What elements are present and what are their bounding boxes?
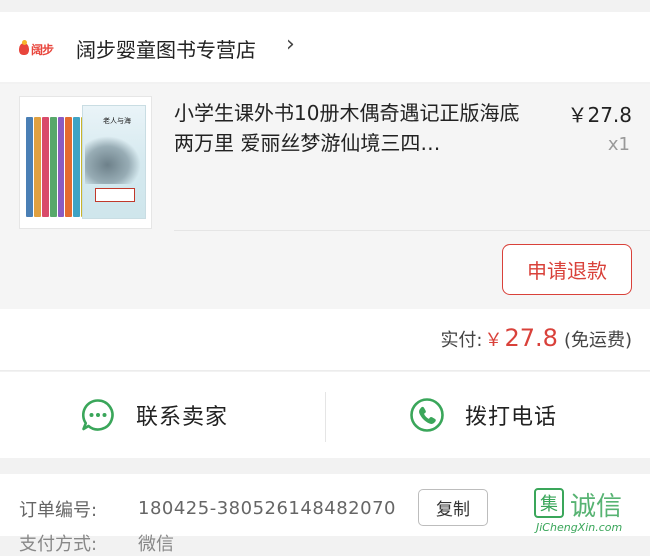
order-number-label: 订单编号: [19,500,98,521]
contact-actions: 联系卖家 拨打电话 [0,372,650,458]
phone-icon [410,398,444,432]
paid-label: 实付: [440,330,483,351]
book-cover-title: 老人与海 [103,117,131,125]
shipping-note: (免运费) [563,330,632,351]
cover-label [95,188,135,202]
product-thumbnail[interactable]: 老人与海 [19,96,152,229]
shop-logo: 阔步 [19,40,54,58]
watermark-box-icon: 集 [534,488,564,518]
top-spacer [0,0,650,12]
call-phone-label: 拨打电话 [465,405,558,430]
book-cover-image: 老人与海 [82,105,146,219]
shop-header[interactable]: 阔步 阔步婴童图书专营店 › [0,12,650,82]
product-title[interactable]: 小学生课外书10册木偶奇遇记正版海底两万里 爱丽丝梦游仙境三四… [174,98,524,158]
contact-seller-label: 联系卖家 [136,405,229,430]
payment-line: 实付: ￥ 27.8 (免运费) [440,324,632,352]
product-quantity: x1 [607,134,630,155]
divider [174,230,650,231]
cover-illustration [85,136,141,184]
payment-method-value: 微信 [138,534,174,555]
chevron-right-icon[interactable]: › [286,32,295,57]
paid-amount: 27.8 [504,324,558,352]
chat-bubble-icon [81,399,114,431]
logo-mark-icon [19,40,29,55]
contact-seller-button[interactable]: 联系卖家 [80,372,228,458]
order-number: 180425-380526148482070 [138,498,396,519]
request-refund-button[interactable]: 申请退款 [502,244,632,295]
watermark-en-text: JiChengXin.com [536,521,623,534]
watermark: 集 诚信 JiChengXin.com [534,488,650,536]
currency-symbol: ￥ [484,330,503,351]
shop-name[interactable]: 阔步婴童图书专营店 [76,34,256,63]
copy-button[interactable]: 复制 [418,489,488,526]
shop-logo-text: 阔步 [31,42,54,57]
product-price: ￥27.8 [567,103,632,127]
product-item[interactable]: 老人与海 小学生课外书10册木偶奇遇记正版海底两万里 爱丽丝梦游仙境三四… ￥2… [0,84,650,309]
action-divider [325,392,326,442]
payment-summary: 实付: ￥ 27.8 (免运费) [0,309,650,371]
watermark-cn-text: 诚信 [570,492,623,522]
call-phone-button[interactable]: 拨打电话 [409,372,557,458]
payment-method-label: 支付方式: [19,534,98,555]
